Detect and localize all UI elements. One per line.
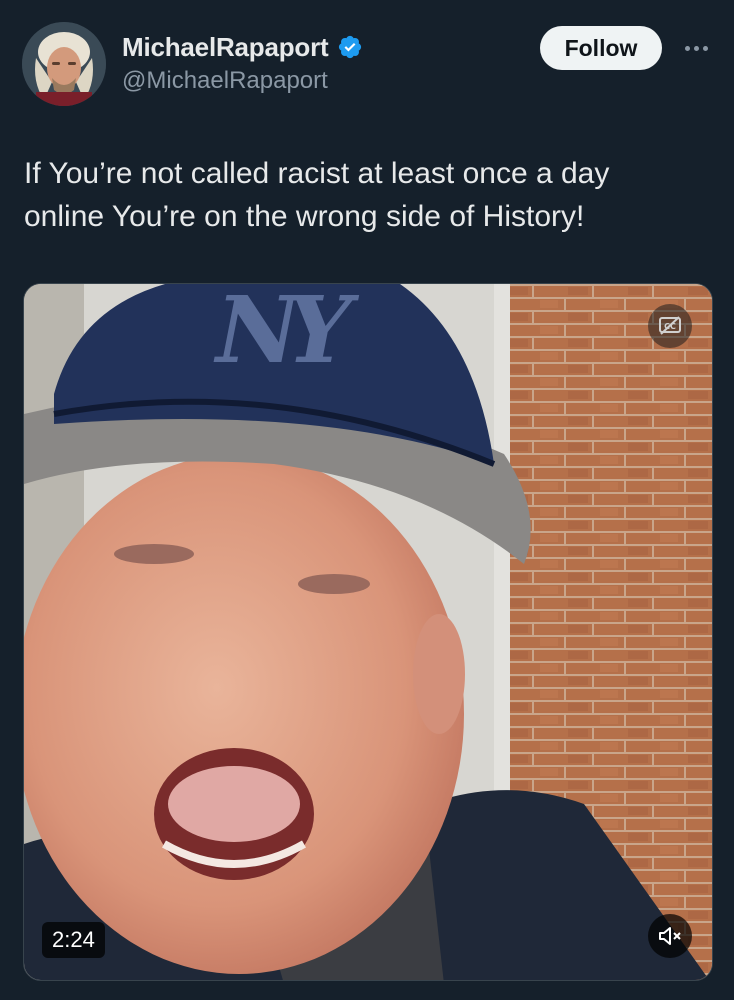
tweet-text-line: online You’re on the wrong side of Histo… <box>24 200 585 233</box>
captions-button[interactable]: CC <box>648 304 692 348</box>
follow-button[interactable]: Follow <box>540 26 662 70</box>
cap-logo: NY <box>216 283 352 384</box>
video-player[interactable]: NY CC 2:24 <box>23 283 713 981</box>
avatar-image <box>22 22 106 106</box>
mute-button[interactable] <box>648 914 692 958</box>
video-frame <box>24 284 712 980</box>
verified-badge-icon[interactable] <box>337 34 363 60</box>
avatar[interactable] <box>22 22 106 106</box>
cc-off-icon: CC <box>659 316 681 335</box>
tweet-text: If You’re not called racist at least onc… <box>24 152 714 238</box>
tweet-text-line: If You’re not called racist at least onc… <box>24 157 610 190</box>
author-info: MichaelRapaport @MichaelRapaport <box>122 30 363 95</box>
display-name-row: MichaelRapaport <box>122 30 363 64</box>
more-options-icon[interactable] <box>676 30 716 66</box>
volume-muted-icon <box>659 927 681 945</box>
author-handle[interactable]: @MichaelRapaport <box>122 67 363 95</box>
video-duration: 2:24 <box>42 922 105 958</box>
display-name[interactable]: MichaelRapaport <box>122 32 329 63</box>
